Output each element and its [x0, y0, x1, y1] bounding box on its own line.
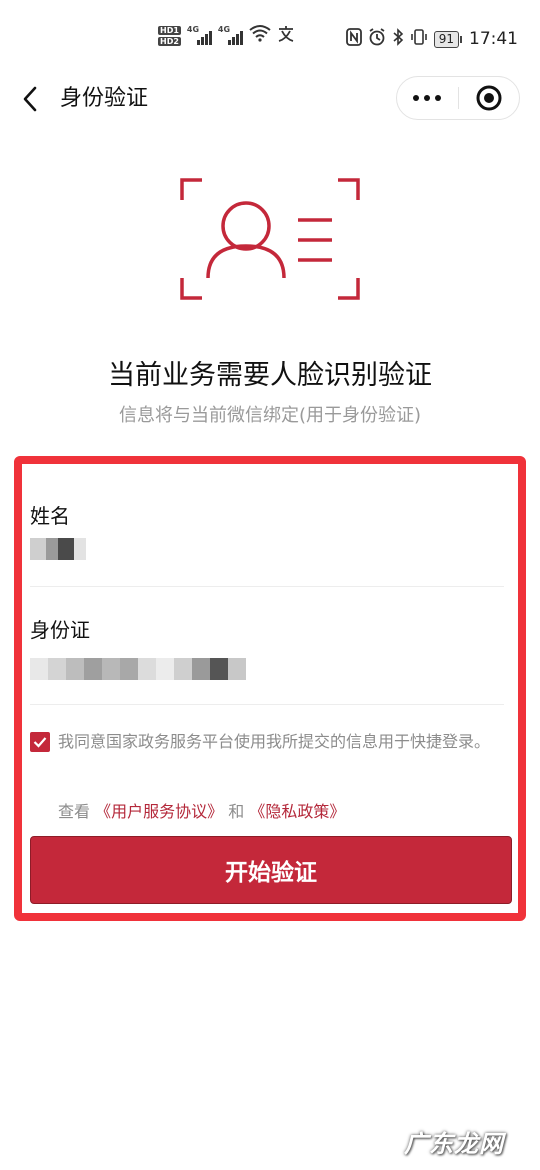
page-title: 身份验证 [60, 86, 149, 111]
start-verification-button[interactable]: 开始验证 [30, 836, 512, 904]
nfc-icon [345, 28, 362, 50]
more-dots-icon[interactable] [397, 77, 458, 119]
subline: 信息将与当前微信绑定(用于身份验证) [118, 405, 422, 426]
view-prefix: 查看 [58, 802, 91, 821]
signal-icon-2: 4G [218, 25, 243, 45]
battery-indicator: 91 [433, 30, 463, 48]
policy-links: 查看 《用户服务协议》 和 《隐私政策》 [58, 800, 345, 824]
privacy-policy-link[interactable]: 《隐私政策》 [249, 802, 345, 821]
id-label: 身份证 [30, 618, 90, 642]
language-icon [277, 25, 295, 47]
watermark: 广东龙网 [404, 1130, 504, 1158]
signal-icon-1: 4G [187, 25, 212, 45]
hd-tag-2: HD2 [158, 36, 181, 46]
wifi-icon [249, 24, 271, 47]
status-bar: HD1 HD2 4G 4G 91 17:41 [0, 0, 540, 80]
hd-tag-1: HD1 [158, 25, 181, 35]
nav-bar: 身份验证 [0, 72, 540, 126]
target-circle-icon[interactable] [458, 77, 519, 119]
agree-checkbox[interactable] [30, 732, 50, 752]
verification-form: 姓名 身份证 我同意国家政务服务平台使用我所提交的信息用于快捷登录。 查看 《用… [14, 456, 526, 921]
clock: 17:41 [469, 29, 518, 49]
status-left: HD1 HD2 4G 4G [158, 24, 295, 47]
chevron-left-icon[interactable] [18, 84, 44, 114]
id-value-redacted [30, 658, 510, 680]
id-field: 身份证 [30, 616, 510, 680]
user-agreement-link[interactable]: 《用户服务协议》 [95, 802, 223, 821]
mini-program-capsule [396, 76, 520, 120]
bluetooth-icon [392, 28, 404, 50]
alarm-icon [368, 28, 386, 50]
agree-text: 我同意国家政务服务平台使用我所提交的信息用于快捷登录。 [58, 732, 491, 751]
headline: 当前业务需要人脸识别验证 [108, 360, 432, 391]
hd-indicator: HD1 HD2 [158, 25, 181, 46]
name-value-redacted [30, 538, 510, 560]
field-divider [30, 586, 504, 587]
face-scan-icon [180, 178, 360, 300]
vibrate-icon [410, 28, 428, 50]
and-word: 和 [228, 802, 245, 821]
status-right: 91 17:41 [345, 28, 518, 50]
name-label: 姓名 [30, 504, 70, 528]
name-field: 姓名 [30, 502, 510, 560]
field-divider [30, 704, 504, 705]
